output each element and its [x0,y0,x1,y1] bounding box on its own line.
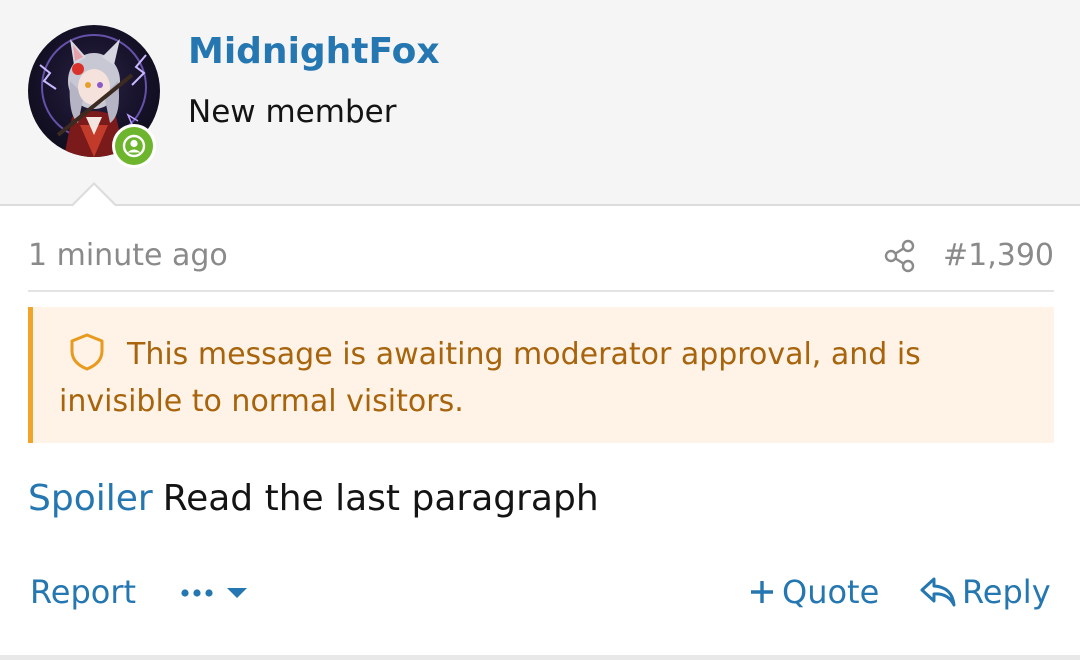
reply-label: Reply [962,573,1051,611]
post-body-text: Read the last paragraph [162,478,599,519]
spoiler-toggle[interactable]: Spoiler [28,478,153,519]
report-link[interactable]: Report [30,572,136,612]
post-bottom-border [0,655,1080,660]
post-timestamp[interactable]: 1 minute ago [28,236,228,276]
ellipsis-icon [181,589,213,597]
post-number-link[interactable]: #1,390 [943,236,1054,276]
quote-label: Quote [782,573,880,611]
share-icon[interactable] [882,238,918,274]
post-meta: 1 minute ago #1,390 [28,232,1054,282]
username-link[interactable]: MidnightFox [188,30,440,74]
reply-button[interactable]: Reply [918,572,1051,612]
caret-down-icon [227,588,247,598]
shield-icon [70,333,104,371]
user-title: New member [188,94,397,130]
quote-button[interactable]: Quote [748,572,879,612]
user-header: MidnightFox New member [0,0,1080,207]
moderation-notice-text: This message is awaiting moderator appro… [59,331,1034,425]
post-actions: Report Quote Reply [28,568,1054,618]
plus-icon [751,581,773,603]
moderation-notice-message: This message is awaiting moderator appro… [59,337,921,419]
divider [28,290,1054,292]
user-icon [122,134,146,158]
post-body: Spoiler Read the last paragraph [28,476,599,522]
reply-arrow-icon [920,577,956,607]
moderation-notice: This message is awaiting moderator appro… [28,307,1054,443]
speech-arrow [70,182,118,207]
more-actions-menu[interactable] [180,578,250,608]
online-status-badge [112,124,156,168]
